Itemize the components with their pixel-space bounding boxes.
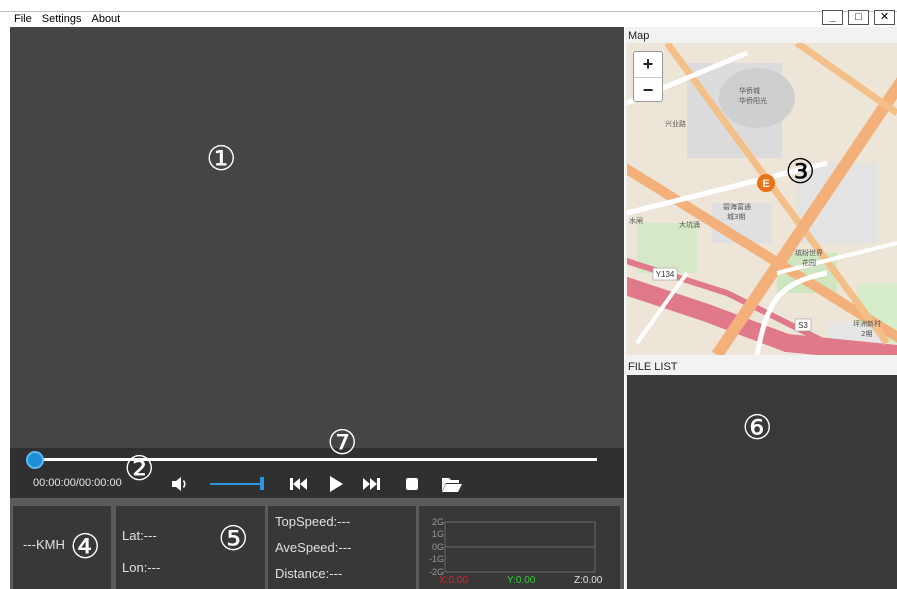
gsensor-graph: 2G 1G 0G -1G -2G X:0.00 Y:0.00 Z:0.00: [429, 517, 603, 586]
distance: Distance:---: [275, 566, 343, 581]
minimize-button[interactable]: _: [822, 10, 843, 25]
map-label-3: 城3期: [727, 213, 745, 221]
tick-neg1g: -1G: [429, 554, 444, 564]
volume-handle[interactable]: [260, 477, 264, 490]
tick-1g: 1G: [432, 529, 444, 539]
progress-handle[interactable]: [26, 451, 44, 469]
map-label-1: 华侨阳光: [739, 96, 767, 105]
progress-track[interactable]: [33, 458, 597, 461]
previous-icon[interactable]: [288, 475, 308, 493]
road-badge-y134: Y134: [656, 270, 675, 279]
average-speed: AveSpeed:---: [275, 540, 352, 555]
marker-3: ③: [785, 152, 816, 192]
close-button[interactable]: ✕: [874, 10, 895, 25]
tick-0g: 0G: [432, 542, 444, 552]
map-label-8: 2期: [861, 330, 872, 338]
marker-2: ②: [124, 449, 155, 489]
latitude: Lat:---: [122, 528, 157, 543]
tick-2g: 2G: [432, 517, 444, 527]
gsensor-z: Z:0.00: [574, 575, 603, 586]
menu: File Settings About: [14, 13, 120, 25]
gsensor-y: Y:0.00: [507, 575, 536, 586]
map-view[interactable]: E 华侨城 华侨阳光 碧海富通 城3期 大坑涌 缤纷世界 花园 坪洲新村 2期 …: [627, 43, 897, 355]
menu-about[interactable]: About: [91, 13, 120, 25]
map-label-5: 缤纷世界: [795, 248, 823, 257]
map-label-4: 大坑涌: [679, 220, 700, 229]
map-label-7: 坪洲新村: [853, 319, 881, 328]
map-label-0: 华侨城: [739, 86, 760, 95]
video-display[interactable]: [10, 27, 624, 448]
marker-6: ⑥: [742, 408, 773, 448]
gsensor-x: X:0.00: [439, 575, 468, 586]
map-label-12: 水闸: [629, 216, 643, 225]
title-divider: [0, 11, 897, 12]
map-tiles: E 华侨城 华侨阳光 碧海富通 城3期 大坑涌 缤纷世界 花园 坪洲新村 2期 …: [627, 43, 897, 355]
marker-4: ④: [70, 527, 101, 567]
timecode: 00:00:00/00:00:00: [33, 477, 122, 489]
maximize-button[interactable]: □: [848, 10, 869, 25]
menu-bar: File Settings About _ □ ✕: [0, 0, 897, 27]
speed-value: ---KMH: [23, 537, 65, 552]
marker-7: ⑦: [327, 423, 358, 463]
top-speed: TopSpeed:---: [275, 514, 351, 529]
zoom-out-button[interactable]: −: [634, 77, 662, 102]
poi-marker-icon[interactable]: E: [762, 178, 769, 190]
road-badge-s3: S3: [798, 321, 808, 330]
stats-panel: TopSpeed:--- AveSpeed:--- Distance:---: [268, 506, 416, 589]
player-controls: [10, 448, 624, 498]
marker-5: ⑤: [218, 519, 249, 559]
menu-settings[interactable]: Settings: [42, 13, 82, 25]
map-zoom-control: + −: [633, 51, 663, 102]
stop-icon[interactable]: [403, 475, 421, 493]
zoom-in-button[interactable]: +: [634, 52, 662, 77]
gsensor-panel: 2G 1G 0G -1G -2G X:0.00 Y:0.00 Z:0.00: [419, 506, 620, 589]
menu-file[interactable]: File: [14, 13, 32, 25]
open-folder-icon[interactable]: [440, 474, 464, 494]
next-icon[interactable]: [362, 475, 382, 493]
map-label-6: 花园: [802, 258, 816, 267]
marker-1: ①: [206, 139, 237, 179]
map-label-2: 碧海富通: [723, 202, 751, 211]
longitude: Lon:---: [122, 560, 161, 575]
play-icon[interactable]: [326, 474, 346, 494]
map-label: Map: [628, 30, 650, 42]
volume-slider[interactable]: [210, 483, 262, 485]
window-controls: _ □ ✕: [822, 10, 895, 25]
volume-icon[interactable]: [170, 475, 190, 493]
file-list-label: FILE LIST: [628, 361, 678, 373]
map-label-11: 兴业路: [665, 119, 686, 128]
